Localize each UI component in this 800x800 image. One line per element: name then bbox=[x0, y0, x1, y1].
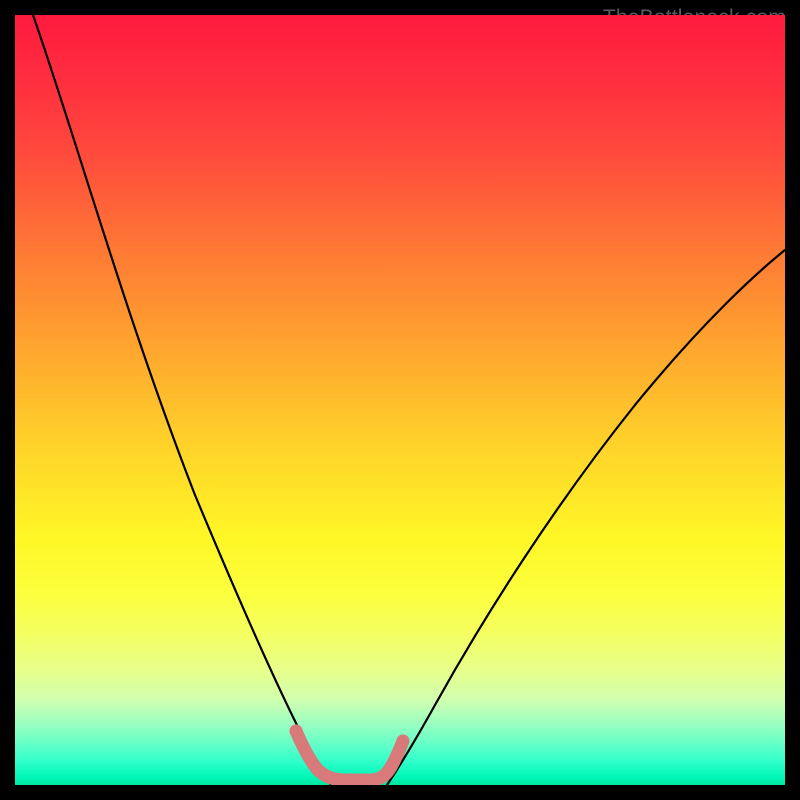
chart-container: TheBottleneck.com bbox=[0, 0, 800, 800]
valley-dot-left bbox=[290, 725, 303, 738]
valley-highlight bbox=[296, 731, 403, 780]
valley-dot-right bbox=[397, 735, 410, 748]
plot-area bbox=[15, 15, 785, 785]
right-curve bbox=[387, 250, 785, 785]
left-curve bbox=[33, 15, 331, 785]
curves-layer bbox=[15, 15, 785, 785]
